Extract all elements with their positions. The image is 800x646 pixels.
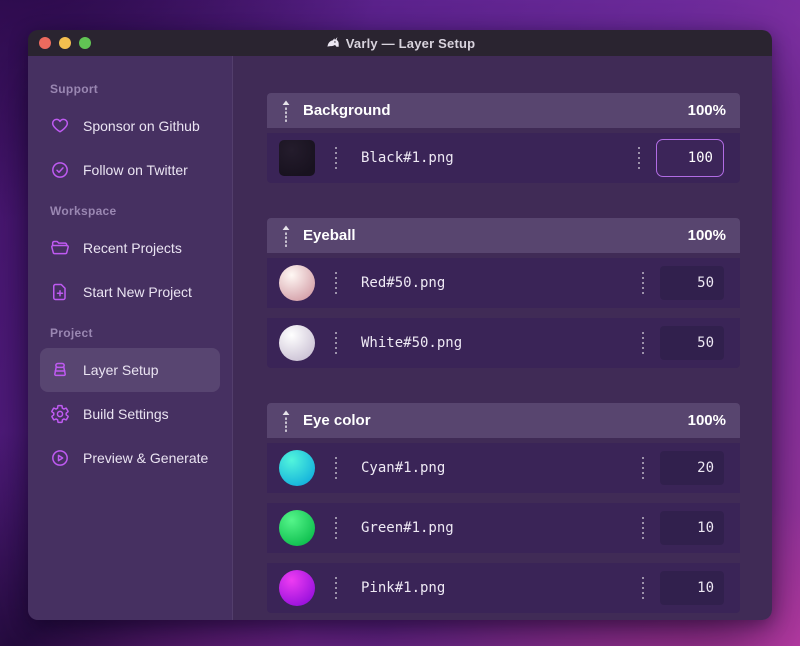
layer-row[interactable]: Black#1.png (267, 133, 740, 183)
layer-thumbnail (279, 265, 315, 301)
layer-thumbnail (279, 510, 315, 546)
layer-group-name: Background (303, 102, 391, 119)
layer-group-header[interactable]: Background 100% (267, 93, 740, 128)
heart-icon (51, 118, 69, 133)
layer-group-weight: 100% (687, 412, 726, 429)
value-drag-handle-icon[interactable] (642, 577, 644, 599)
value-drag-handle-icon[interactable] (642, 272, 644, 294)
main-panel: Background 100% Black#1.png Eyeball 100% (233, 56, 772, 620)
sidebar-item-follow-on-twitter[interactable]: Follow on Twitter (40, 148, 220, 192)
window-title: Varly — Layer Setup (28, 36, 772, 51)
verified-badge-icon (52, 162, 68, 178)
window-title-text: Varly — Layer Setup (345, 35, 476, 51)
row-drag-handle-icon[interactable] (335, 272, 337, 294)
layer-thumbnail (279, 570, 315, 606)
layer-group-weight: 100% (687, 102, 726, 119)
layer-file-name: White#50.png (361, 335, 463, 351)
layer-group-header[interactable]: Eye color 100% (267, 403, 740, 438)
opacity-input[interactable] (660, 571, 724, 605)
sidebar-item-preview-generate[interactable]: Preview & Generate (40, 436, 220, 480)
layer-row[interactable]: Cyan#1.png (267, 443, 740, 493)
sidebar-item-label: Follow on Twitter (83, 162, 188, 178)
layer-group-eye-color: Eye color 100% Cyan#1.png Green#1.png Pi… (267, 403, 740, 613)
layer-thumbnail (279, 325, 315, 361)
drag-handle-icon[interactable] (281, 409, 291, 433)
layer-group-header[interactable]: Eyeball 100% (267, 218, 740, 253)
opacity-input[interactable] (660, 511, 724, 545)
layer-row[interactable]: White#50.png (267, 318, 740, 368)
drag-handle-icon[interactable] (281, 224, 291, 248)
layer-group-name: Eyeball (303, 227, 356, 244)
sidebar-section-label: Support (50, 82, 99, 96)
layer-thumbnail (279, 140, 315, 176)
sidebar-item-label: Recent Projects (83, 240, 182, 256)
drag-handle-icon[interactable] (281, 99, 291, 123)
sidebar-item-build-settings[interactable]: Build Settings (40, 392, 220, 436)
sidebar-item-recent-projects[interactable]: Recent Projects (40, 226, 220, 270)
sidebar-section: Support Sponsor on Github Follow on Twit… (40, 82, 220, 192)
unicorn-icon (327, 36, 339, 47)
sidebar-item-sponsor-on-github[interactable]: Sponsor on Github (40, 104, 220, 148)
layer-group-name: Eye color (303, 412, 371, 429)
layer-file-name: Green#1.png (361, 520, 454, 536)
opacity-input[interactable] (660, 326, 724, 360)
layer-group-eyeball: Eyeball 100% Red#50.png White#50.png (267, 218, 740, 368)
sidebar-item-label: Build Settings (83, 406, 169, 422)
row-drag-handle-icon[interactable] (335, 577, 337, 599)
row-drag-handle-icon[interactable] (335, 457, 337, 479)
opacity-input[interactable] (660, 266, 724, 300)
sidebar-section: Workspace Recent Projects Start New Proj… (40, 204, 220, 314)
layer-file-name: Black#1.png (361, 150, 454, 166)
layers-icon (54, 362, 66, 377)
titlebar: Varly — Layer Setup (28, 30, 772, 56)
layer-thumbnail (279, 450, 315, 486)
layer-row[interactable]: Red#50.png (267, 258, 740, 308)
sidebar-item-start-new-project[interactable]: Start New Project (40, 270, 220, 314)
sidebar-item-label: Start New Project (83, 284, 192, 300)
folder-open-icon (51, 240, 69, 255)
play-circle-icon (52, 450, 68, 466)
gear-icon (51, 404, 69, 424)
value-drag-handle-icon[interactable] (642, 517, 644, 539)
value-drag-handle-icon[interactable] (638, 147, 640, 169)
layer-file-name: Pink#1.png (361, 580, 446, 596)
sidebar-sections: Support Sponsor on Github Follow on Twit… (40, 82, 220, 480)
opacity-input[interactable] (656, 139, 724, 177)
layer-file-name: Red#50.png (361, 275, 446, 291)
layer-group-background: Background 100% Black#1.png (267, 93, 740, 183)
sidebar-item-label: Preview & Generate (83, 450, 209, 466)
sidebar-item-layer-setup[interactable]: Layer Setup (40, 348, 220, 392)
app-window: Varly — Layer Setup Support Sponsor on G… (28, 30, 772, 620)
layer-group-weight: 100% (687, 227, 726, 244)
sidebar-section: Project Layer Setup Build Settings Previ… (40, 326, 220, 480)
file-plus-icon (53, 283, 66, 301)
sidebar-section-label: Workspace (50, 204, 117, 218)
value-drag-handle-icon[interactable] (642, 457, 644, 479)
layer-file-name: Cyan#1.png (361, 460, 446, 476)
row-drag-handle-icon[interactable] (335, 147, 337, 169)
row-drag-handle-icon[interactable] (335, 332, 337, 354)
opacity-input[interactable] (660, 451, 724, 485)
sidebar: Support Sponsor on Github Follow on Twit… (28, 56, 233, 620)
sidebar-item-label: Layer Setup (83, 362, 159, 378)
layer-row[interactable]: Green#1.png (267, 503, 740, 553)
layer-row[interactable]: Pink#1.png (267, 563, 740, 613)
row-drag-handle-icon[interactable] (335, 517, 337, 539)
sidebar-section-label: Project (50, 326, 93, 340)
layer-groups: Background 100% Black#1.png Eyeball 100% (267, 93, 740, 613)
value-drag-handle-icon[interactable] (642, 332, 644, 354)
sidebar-item-label: Sponsor on Github (83, 118, 200, 134)
